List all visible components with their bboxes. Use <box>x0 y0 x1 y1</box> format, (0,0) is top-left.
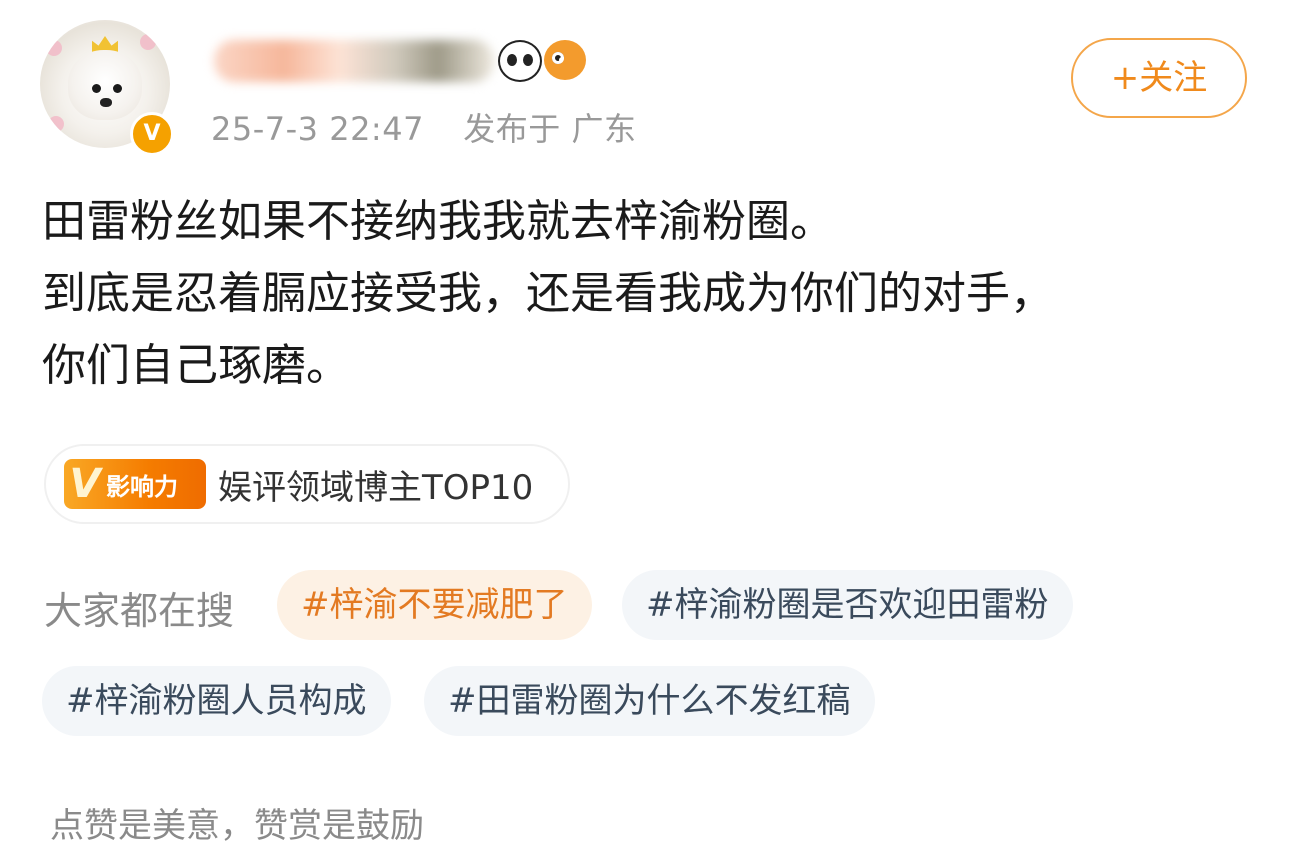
post-location: 发布于 广东 <box>463 110 637 148</box>
username-blurred[interactable] <box>214 40 494 82</box>
trending-tag[interactable]: #田雷粉圈为什么不发红稿 <box>424 666 875 736</box>
post-meta: 25-7-3 22:47 发布于 广东 <box>211 104 636 150</box>
influence-badge-text: 娱评领域博主TOP10 <box>218 467 534 508</box>
influence-badge[interactable]: V 影响力 娱评领域博主TOP10 <box>44 444 570 524</box>
flower-decoration <box>140 34 156 50</box>
verified-badge-icon: V <box>130 112 174 156</box>
flower-decoration <box>46 40 62 56</box>
follow-button[interactable]: +关注 <box>1071 38 1247 118</box>
panda-icon <box>498 40 542 82</box>
post-line: 你们自己琢磨。 <box>42 340 350 391</box>
post-timestamp: 25-7-3 22:47 <box>211 110 424 148</box>
flower-decoration <box>48 116 64 132</box>
trending-tag[interactable]: #梓渝不要减肥了 <box>277 570 592 640</box>
influence-logo-icon: V 影响力 <box>64 459 206 509</box>
trending-tag[interactable]: #梓渝粉圈人员构成 <box>42 666 391 736</box>
post-line: 田雷粉丝如果不接纳我我就去梓渝粉圈。 <box>42 196 834 247</box>
trending-tag[interactable]: #梓渝粉圈是否欢迎田雷粉 <box>622 570 1073 640</box>
trending-search-label: 大家都在搜 <box>44 589 235 633</box>
post-line: 到底是忍着膈应接受我，还是看我成为你们的对手， <box>42 268 1054 319</box>
post-body: 田雷粉丝如果不接纳我我就去梓渝粉圈。 到底是忍着膈应接受我，还是看我成为你们的对… <box>42 186 1242 402</box>
fish-icon <box>544 40 586 80</box>
influence-logo-letter: V <box>69 461 101 507</box>
influence-logo-text: 影响力 <box>106 472 178 501</box>
reward-footer-text: 点赞是美意，赞赏是鼓励 <box>50 806 424 846</box>
avatar[interactable]: V <box>36 16 178 156</box>
dog-face-image <box>68 50 142 120</box>
